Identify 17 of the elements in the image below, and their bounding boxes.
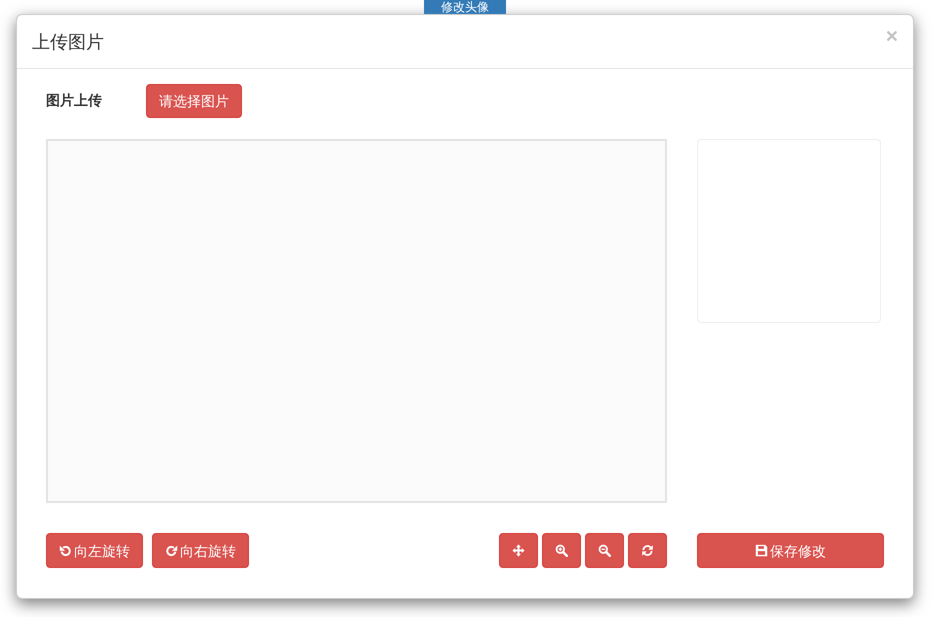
reset-button[interactable] xyxy=(628,533,667,568)
dialog-title: 上传图片 xyxy=(32,31,104,54)
choose-image-button[interactable]: 请选择图片 xyxy=(146,84,242,118)
counterclockwise-arrow-icon xyxy=(59,544,72,557)
zoom-in-button[interactable] xyxy=(542,533,581,568)
edit-avatar-button[interactable]: 修改头像 xyxy=(424,0,506,14)
save-button[interactable]: 保存修改 xyxy=(697,533,884,568)
move-button[interactable] xyxy=(499,533,538,568)
zoom-out-button[interactable] xyxy=(585,533,624,568)
zoom-in-icon xyxy=(555,544,568,557)
move-arrows-icon xyxy=(512,544,525,557)
rotate-left-button[interactable]: 向左旋转 xyxy=(46,533,143,568)
rotate-right-button[interactable]: 向右旋转 xyxy=(152,533,249,568)
upload-label: 图片上传 xyxy=(46,92,103,110)
zoom-out-icon xyxy=(598,544,611,557)
clockwise-arrow-icon xyxy=(165,544,178,557)
refresh-icon xyxy=(641,544,654,557)
